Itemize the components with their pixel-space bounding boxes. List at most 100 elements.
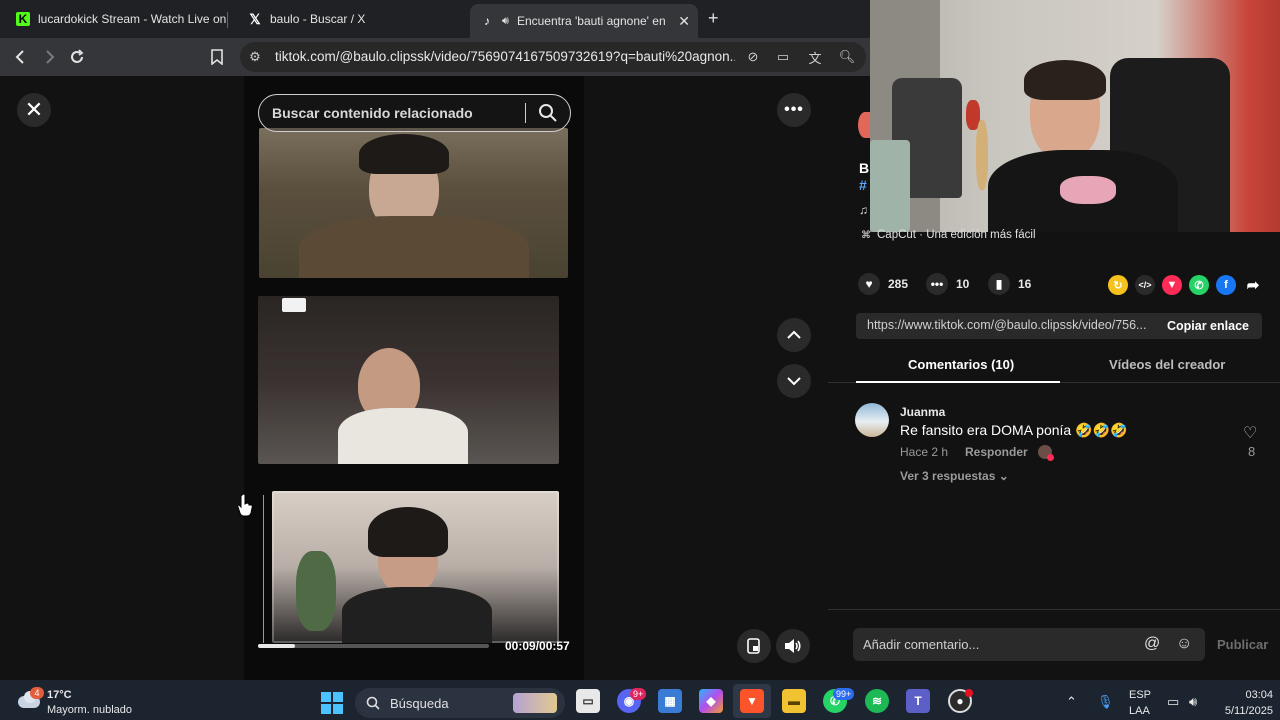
clock-date[interactable]: 5/11/2025 bbox=[1207, 705, 1273, 717]
share-icon[interactable]: ➦ bbox=[1243, 275, 1263, 295]
video-progress-bar[interactable] bbox=[258, 644, 489, 648]
taskbar-search[interactable]: Búsqueda bbox=[355, 688, 565, 718]
jacket bbox=[299, 216, 529, 278]
related-search-placeholder: Buscar contenido relacionado bbox=[272, 105, 473, 121]
comment-input[interactable]: Añadir comentario... @ ☺ bbox=[853, 628, 1205, 661]
taskbar-search-label: Búsqueda bbox=[390, 695, 449, 711]
hashtag-fragment[interactable]: # bbox=[859, 177, 867, 193]
facebook-icon[interactable]: f bbox=[1216, 275, 1236, 295]
bookmark-icon[interactable]: ▮ bbox=[988, 273, 1010, 295]
next-video-button[interactable] bbox=[777, 364, 811, 398]
video-progress-fill bbox=[258, 644, 295, 648]
capcut-label: CapCut · Una edición más fácil bbox=[877, 229, 1036, 241]
send-icon[interactable]: ▼ bbox=[1162, 275, 1182, 295]
close-video-button[interactable]: ✕ bbox=[17, 93, 51, 127]
tab-title: baulo - Buscar / X bbox=[270, 12, 366, 26]
more-options-button[interactable]: ••• bbox=[777, 93, 811, 127]
tab-tiktok[interactable]: ♪ 🔊︎ Encuentra 'bauti agnone' en T ✕ bbox=[470, 4, 698, 38]
translate-icon[interactable]: 文 bbox=[806, 48, 824, 66]
comment-text: Re fansito era DOMA ponía 🤣🤣🤣 bbox=[900, 422, 1128, 438]
plant bbox=[296, 551, 336, 631]
music-icon: ♫ bbox=[859, 203, 868, 217]
related-search-input[interactable]: Buscar contenido relacionado bbox=[258, 94, 571, 132]
tab-x[interactable]: 𝕏 baulo - Buscar / X bbox=[238, 4, 460, 34]
comment-item: Juanma Re fansito era DOMA ponía 🤣🤣🤣 Hac… bbox=[855, 403, 1265, 483]
heart-icon[interactable]: ♥ bbox=[858, 273, 880, 295]
active-tab-indicator bbox=[856, 381, 1060, 383]
tiktok-icon: ♪ bbox=[484, 14, 490, 28]
weather-desc[interactable]: Mayorm. nublado bbox=[47, 704, 132, 716]
guitar bbox=[976, 120, 988, 190]
file-explorer-icon[interactable]: ▬ bbox=[782, 689, 806, 713]
comment-count: 10 bbox=[956, 277, 970, 291]
avatar[interactable] bbox=[855, 403, 889, 437]
comment-username[interactable]: Juanma bbox=[900, 405, 945, 419]
discord-badge: 9+ bbox=[630, 688, 647, 700]
like-action[interactable]: ♥ 285 bbox=[858, 273, 908, 295]
copilot-icon[interactable]: ◆ bbox=[699, 689, 723, 713]
speaker-icon[interactable]: 🔊︎ bbox=[502, 15, 509, 28]
teams-icon[interactable]: T bbox=[906, 689, 930, 713]
volume-button[interactable] bbox=[776, 629, 810, 663]
address-bar[interactable]: ⚙ tiktok.com/@baulo.clipssk/video/756907… bbox=[240, 42, 866, 72]
view-replies-button[interactable]: Ver 3 respuestas ⌄ bbox=[900, 469, 1009, 483]
kick-icon: K bbox=[16, 12, 30, 26]
browser-tab-bar: K lucardokick Stream - Watch Live on K 𝕏… bbox=[0, 0, 870, 38]
chevron-up-icon[interactable]: ⌃ bbox=[1066, 694, 1077, 710]
brave-icon[interactable]: ▼ bbox=[740, 689, 764, 713]
hand-cursor-icon bbox=[237, 493, 253, 517]
task-view-icon[interactable]: ▭ bbox=[576, 689, 600, 713]
weather-temp[interactable]: 17°C bbox=[47, 689, 72, 701]
reply-button[interactable]: Responder bbox=[965, 445, 1028, 459]
comment-time: Hace 2 h bbox=[900, 445, 949, 459]
video-clip-3 bbox=[272, 491, 559, 643]
emoji-icon[interactable]: ☺ bbox=[1176, 635, 1192, 653]
embed-icon[interactable]: </> bbox=[1135, 275, 1155, 295]
bookmark-icon[interactable] bbox=[206, 46, 228, 68]
tab-creator-videos[interactable]: Vídeos del creador bbox=[1109, 357, 1225, 372]
spotify-icon[interactable]: ≋ bbox=[865, 689, 889, 713]
close-tab-icon[interactable]: ✕ bbox=[678, 13, 690, 30]
chevron-down-icon bbox=[787, 377, 801, 386]
tab-kick[interactable]: K lucardokick Stream - Watch Live on K bbox=[6, 4, 228, 34]
photos-icon[interactable]: ▦ bbox=[658, 689, 682, 713]
cast-icon[interactable]: ▭ bbox=[774, 48, 792, 66]
search-icon[interactable] bbox=[538, 103, 558, 123]
network-icon[interactable]: ▭ bbox=[1167, 694, 1179, 710]
back-icon[interactable] bbox=[10, 46, 32, 68]
site-settings-icon[interactable]: ⚙ bbox=[246, 48, 264, 66]
mention-icon[interactable]: @ bbox=[1144, 635, 1160, 653]
capcut-link[interactable]: ⌘ CapCut · Una edición más fácil bbox=[861, 229, 1036, 241]
comment-action[interactable]: ••• 10 bbox=[926, 273, 969, 295]
capcut-icon: ⌘ bbox=[861, 229, 871, 241]
language-bottom[interactable]: LAA bbox=[1129, 705, 1150, 717]
eye-off-icon[interactable]: ⊘ bbox=[744, 48, 762, 66]
caption-fragment: B bbox=[859, 160, 870, 176]
copy-link-box: https://www.tiktok.com/@baulo.clipssk/vi… bbox=[856, 313, 1262, 339]
microphone-icon[interactable]: 🎙︎ bbox=[1097, 694, 1114, 710]
previous-video-button[interactable] bbox=[777, 318, 811, 352]
save-action[interactable]: ▮ 16 bbox=[988, 273, 1031, 295]
heart-outline-icon[interactable]: ♡ bbox=[1243, 423, 1257, 443]
language-top[interactable]: ESP bbox=[1129, 689, 1151, 701]
video-time: 00:09/00:57 bbox=[505, 639, 570, 653]
whatsapp-icon[interactable]: ✆ bbox=[1189, 275, 1209, 295]
reload-icon[interactable] bbox=[66, 46, 88, 68]
volume-icon[interactable]: 🔊︎ bbox=[1189, 694, 1197, 710]
repost-icon[interactable]: ↻ bbox=[1108, 275, 1128, 295]
comment-icon[interactable]: ••• bbox=[926, 273, 948, 295]
copy-link-button[interactable]: Copiar enlace bbox=[1154, 313, 1262, 339]
zoom-icon[interactable]: 🔍︎ bbox=[838, 48, 856, 66]
floating-player-button[interactable] bbox=[737, 629, 771, 663]
windows-start-icon[interactable] bbox=[321, 692, 343, 714]
forward-icon[interactable] bbox=[38, 46, 60, 68]
lamp bbox=[282, 298, 306, 312]
tab-comments[interactable]: Comentarios (10) bbox=[908, 357, 1014, 372]
publish-button[interactable]: Publicar bbox=[1217, 637, 1268, 652]
video-link: https://www.tiktok.com/@baulo.clipssk/vi… bbox=[867, 318, 1147, 332]
creator-liked-avatar bbox=[1038, 445, 1054, 461]
new-tab-button[interactable]: + bbox=[708, 8, 719, 29]
comment-like-count: 8 bbox=[1248, 444, 1256, 459]
clock-time[interactable]: 03:04 bbox=[1217, 689, 1273, 701]
recording-dot bbox=[965, 689, 973, 697]
